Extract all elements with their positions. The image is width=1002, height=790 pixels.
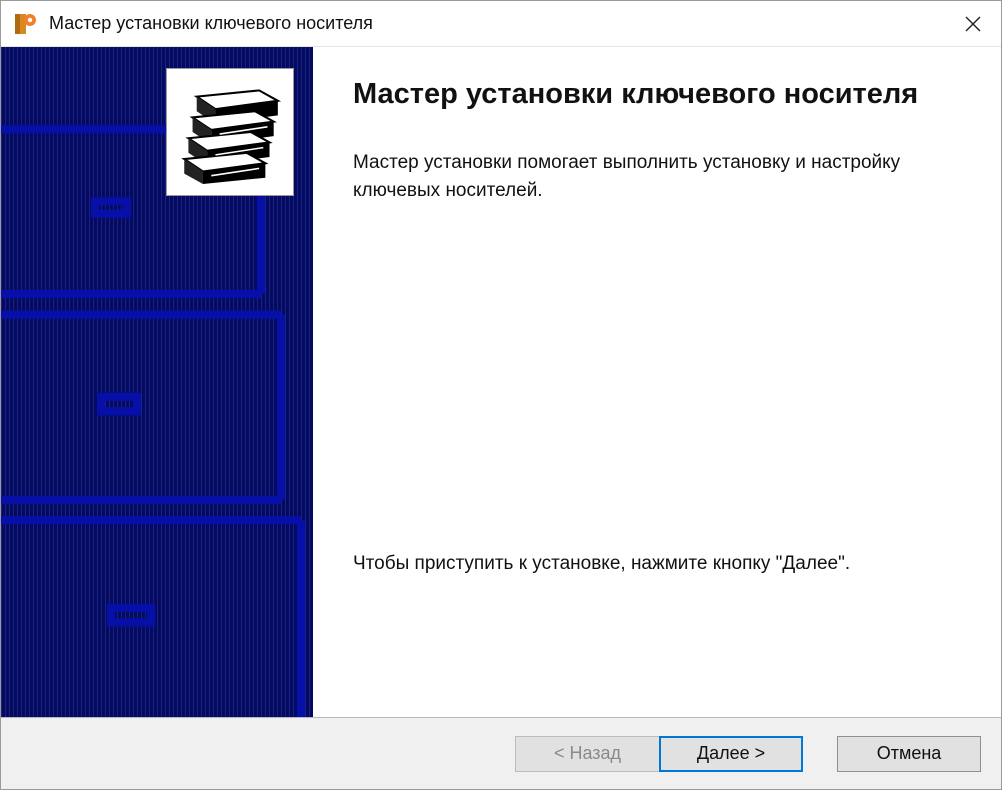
wizard-instruction: Чтобы приступить к установке, нажмите кн…: [353, 553, 961, 575]
nav-button-group: < Назад Далее >: [515, 736, 803, 772]
spacer: [353, 205, 961, 553]
window-title: Мастер установки ключевого носителя: [49, 13, 951, 34]
next-button[interactable]: Далее >: [659, 736, 803, 772]
title-bar: Мастер установки ключевого носителя: [1, 1, 1001, 47]
main-panel: Мастер установки ключевого носителя Маст…: [313, 47, 1001, 717]
server-icon: [166, 68, 294, 196]
wizard-window: Мастер установки ключевого носителя: [0, 0, 1002, 790]
wizard-footer: < Назад Далее > Отмена: [1, 718, 1001, 789]
content-area: Мастер установки ключевого носителя Маст…: [1, 47, 1001, 718]
close-button[interactable]: [951, 7, 995, 41]
wizard-description: Мастер установки помогает выполнить уста…: [353, 149, 961, 205]
back-button: < Назад: [515, 736, 659, 772]
wizard-heading: Мастер установки ключевого носителя: [353, 75, 961, 113]
wizard-banner: [1, 47, 313, 717]
close-icon: [964, 15, 982, 33]
cancel-button[interactable]: Отмена: [837, 736, 981, 772]
app-icon: [13, 12, 37, 36]
